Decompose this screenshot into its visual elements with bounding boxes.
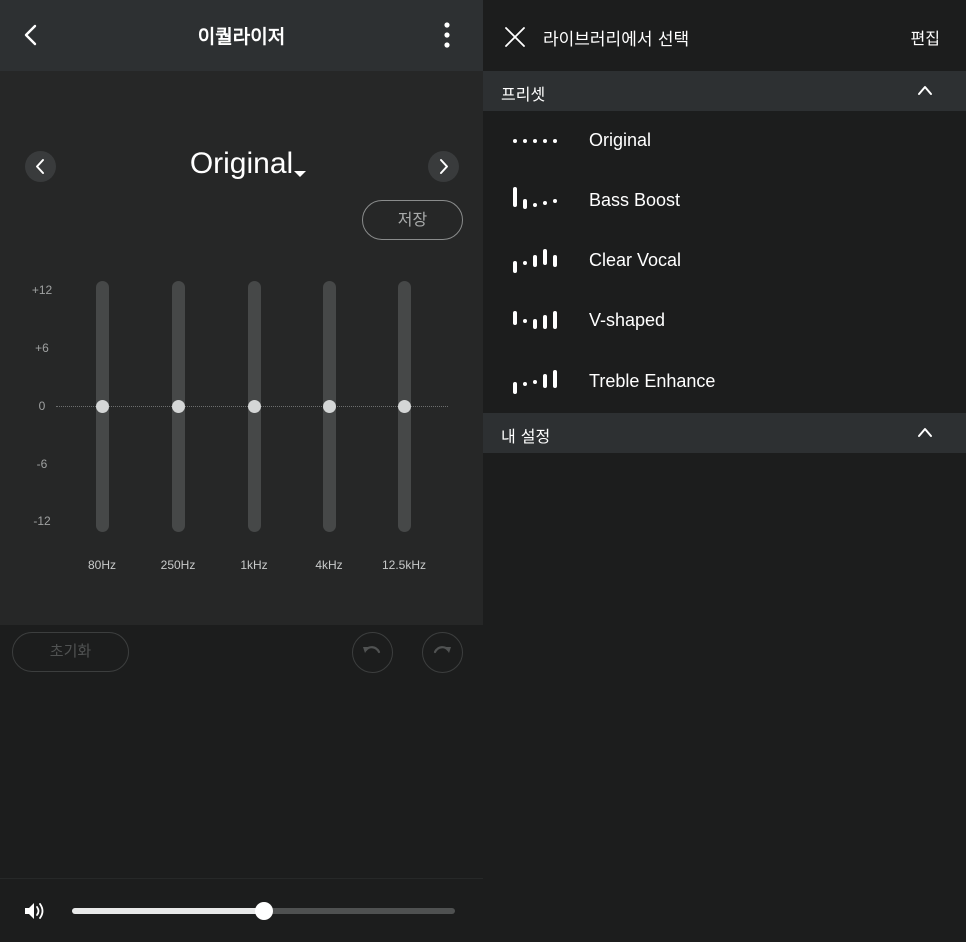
equalizer-header: 이퀄라이저 <box>0 0 483 71</box>
preset-item-treble-enhance[interactable]: Treble Enhance <box>483 352 966 412</box>
preset-bass-boost-icon <box>513 187 557 209</box>
preset-item-v-shaped[interactable]: V-shaped <box>483 291 966 351</box>
db-label: -12 <box>33 514 51 528</box>
band-frequency-label: 250Hz <box>160 558 196 572</box>
library-header: 라이브러리에서 선택 편집 <box>483 0 966 71</box>
my-settings-section-header[interactable]: 내 설정 <box>483 413 966 453</box>
band-slider-thumb[interactable] <box>95 399 109 413</box>
reset-button[interactable]: 초기화 <box>12 632 129 672</box>
preset-treble-enhance-icon <box>513 370 557 394</box>
chevron-left-icon <box>36 159 44 174</box>
band-slider-thumb[interactable] <box>397 399 411 413</box>
band-frequency-label: 80Hz <box>87 558 116 572</box>
band-frequency-label: 4kHz <box>315 558 343 572</box>
db-label: +6 <box>35 341 49 355</box>
chevron-up-icon <box>918 86 932 95</box>
preset-item-original[interactable]: Original <box>483 111 966 171</box>
band-frequency-label: 1kHz <box>240 558 268 572</box>
library-title: 라이브러리에서 선택 <box>543 30 690 50</box>
edit-button[interactable]: 편집 <box>911 25 940 49</box>
preset-label: Original <box>589 130 652 150</box>
volume-bar <box>0 878 483 942</box>
redo-icon <box>433 646 451 654</box>
previous-preset-button[interactable] <box>25 151 56 182</box>
more-options-button[interactable] <box>434 20 460 50</box>
db-label: +12 <box>31 283 53 297</box>
equalizer-area: Original 저장 +12 +6 0 -6 -12 80Hz 250Hz 1kH… <box>0 71 483 625</box>
close-button[interactable] <box>503 25 527 49</box>
more-vertical-icon <box>444 22 450 48</box>
close-icon <box>505 27 525 47</box>
preset-label: V-shaped <box>589 310 666 330</box>
preset-original-icon <box>513 139 557 143</box>
preset-clear-vocal-icon <box>513 249 557 273</box>
preset-label: Bass Boost <box>589 190 681 210</box>
page-title: 이퀄라이저 <box>197 26 286 48</box>
volume-thumb[interactable] <box>254 902 273 920</box>
preset-label: Treble Enhance <box>589 371 716 391</box>
preset-v-shaped-icon <box>513 311 557 329</box>
band-slider-thumb[interactable] <box>171 399 185 413</box>
chevron-up-icon <box>918 428 932 437</box>
my-settings-section-title: 내 설정 <box>501 427 551 446</box>
band-slider-thumb[interactable] <box>247 399 261 413</box>
volume-slider[interactable] <box>72 902 455 920</box>
presets-section-header[interactable]: 프리셋 <box>483 71 966 111</box>
undo-button[interactable] <box>352 632 393 673</box>
speaker-icon[interactable] <box>24 901 46 921</box>
volume-fill <box>72 908 264 914</box>
band-frequency-label: 12.5kHz <box>381 558 427 572</box>
band-slider-thumb[interactable] <box>322 399 336 413</box>
equalizer-panel: 이퀄라이저 Original 저장 +12 +6 0 -6 -12 80Hz 2… <box>0 0 483 942</box>
library-panel: 라이브러리에서 선택 편집 프리셋 Original Bass Boost Cl… <box>483 0 966 942</box>
db-label: -6 <box>36 457 48 471</box>
dropdown-triangle-icon[interactable] <box>293 163 307 177</box>
presets-section-title: 프리셋 <box>501 85 546 104</box>
preset-item-clear-vocal[interactable]: Clear Vocal <box>483 231 966 291</box>
undo-icon <box>363 646 381 654</box>
chevron-right-icon <box>440 159 448 174</box>
preset-item-bass-boost[interactable]: Bass Boost <box>483 171 966 231</box>
next-preset-button[interactable] <box>428 151 459 182</box>
save-button[interactable]: 저장 <box>362 200 463 240</box>
preset-label: Clear Vocal <box>589 250 682 270</box>
redo-button[interactable] <box>422 632 463 673</box>
